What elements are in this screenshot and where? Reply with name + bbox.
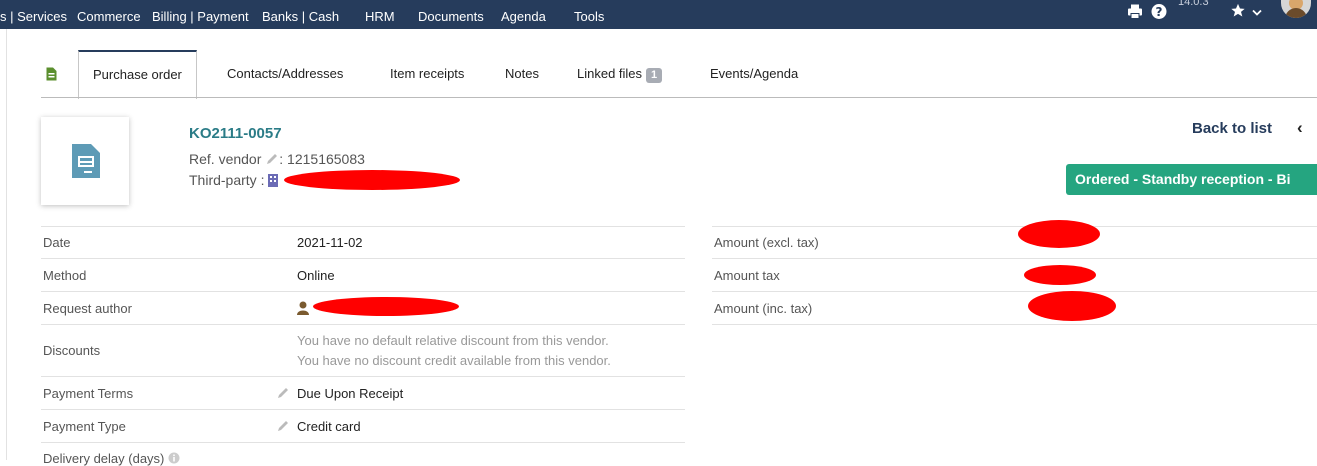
back-to-list-link[interactable]: Back to list [1192,120,1272,137]
discount-credit-text: You have no discount credit available fr… [297,353,611,368]
previous-chevron-icon[interactable]: ‹ [1297,118,1303,138]
payment-terms-label: Payment Terms [43,386,134,401]
tab-linked-files-label: Linked files [577,66,643,81]
pencil-icon[interactable] [276,386,290,400]
order-reference[interactable]: KO2111-0057 [189,125,282,142]
info-icon[interactable] [168,452,180,464]
status-badge: Ordered - Standby reception - Bi [1066,164,1317,195]
ref-vendor-label: Ref. vendor [189,151,262,167]
ref-vendor-row: Ref. vendor : 1215165083 [189,151,365,167]
redacted-amount-tax [1024,265,1096,285]
pencil-icon[interactable] [265,152,279,166]
amount-inc-tax-label: Amount (inc. tax) [714,301,813,316]
tab-notes[interactable]: Notes [505,51,539,97]
redacted-request-author [313,297,459,316]
redacted-amount-inc-tax [1028,291,1116,321]
menu-billing-payment[interactable]: Billing | Payment [152,9,249,24]
tab-linked-files[interactable]: Linked files 1 [577,51,663,97]
menu-services[interactable]: s | Services [0,9,67,24]
date-value: 2021-11-02 [297,235,363,250]
payment-type-value: Credit card [297,419,361,434]
tab-contacts-addresses[interactable]: Contacts/Addresses [227,51,343,97]
menu-hrm[interactable]: HRM [365,9,395,24]
ref-vendor-value: : 1215165083 [279,151,365,167]
menu-documents[interactable]: Documents [418,9,484,24]
tab-item-receipts[interactable]: Item receipts [390,51,464,97]
method-value: Online [297,268,335,283]
payment-type-label: Payment Type [43,419,126,434]
print-icon[interactable] [1127,0,1143,26]
tab-purchase-order[interactable]: Purchase order [78,50,197,99]
pencil-icon[interactable] [276,419,290,433]
svg-text:?: ? [1156,5,1163,19]
payment-terms-value: Due Upon Receipt [297,386,404,401]
delivery-delay-label: Delivery delay (days) [43,451,180,466]
user-icon [297,301,309,315]
star-icon[interactable] [1230,0,1246,25]
version-label: 14.0.3 [1178,0,1209,8]
amount-excl-tax-label: Amount (excl. tax) [714,235,819,250]
request-author-label: Request author [43,301,132,316]
user-avatar[interactable] [1281,0,1311,18]
redacted-third-party [284,170,460,190]
linked-files-count-badge: 1 [646,68,663,83]
method-label: Method [43,268,87,283]
third-party-row: Third-party : [189,172,279,188]
discount-relative-text: You have no default relative discount fr… [297,333,609,348]
menu-commerce[interactable]: Commerce [77,9,141,24]
menu-agenda[interactable]: Agenda [501,9,546,24]
object-picture-card [41,117,129,205]
amount-tax-label: Amount tax [714,268,780,283]
menu-banks-cash[interactable]: Banks | Cash [262,9,339,24]
left-edge-divider [6,29,7,460]
date-label: Date [43,235,71,250]
menu-tools[interactable]: Tools [574,9,604,24]
tab-events-agenda[interactable]: Events/Agenda [710,51,798,97]
third-party-label: Third-party : [189,172,265,188]
order-document-icon [46,67,57,81]
discounts-label: Discounts [43,343,101,358]
top-navigation-bar: s | Services Commerce Billing | Payment … [0,0,1317,29]
company-building-icon [268,174,279,187]
tabs-divider [41,97,1317,98]
redacted-amount-excl-tax [1018,220,1100,248]
chevron-down-icon[interactable] [1252,0,1262,27]
purchase-order-icon [72,144,100,178]
help-icon[interactable]: ? [1151,0,1167,26]
